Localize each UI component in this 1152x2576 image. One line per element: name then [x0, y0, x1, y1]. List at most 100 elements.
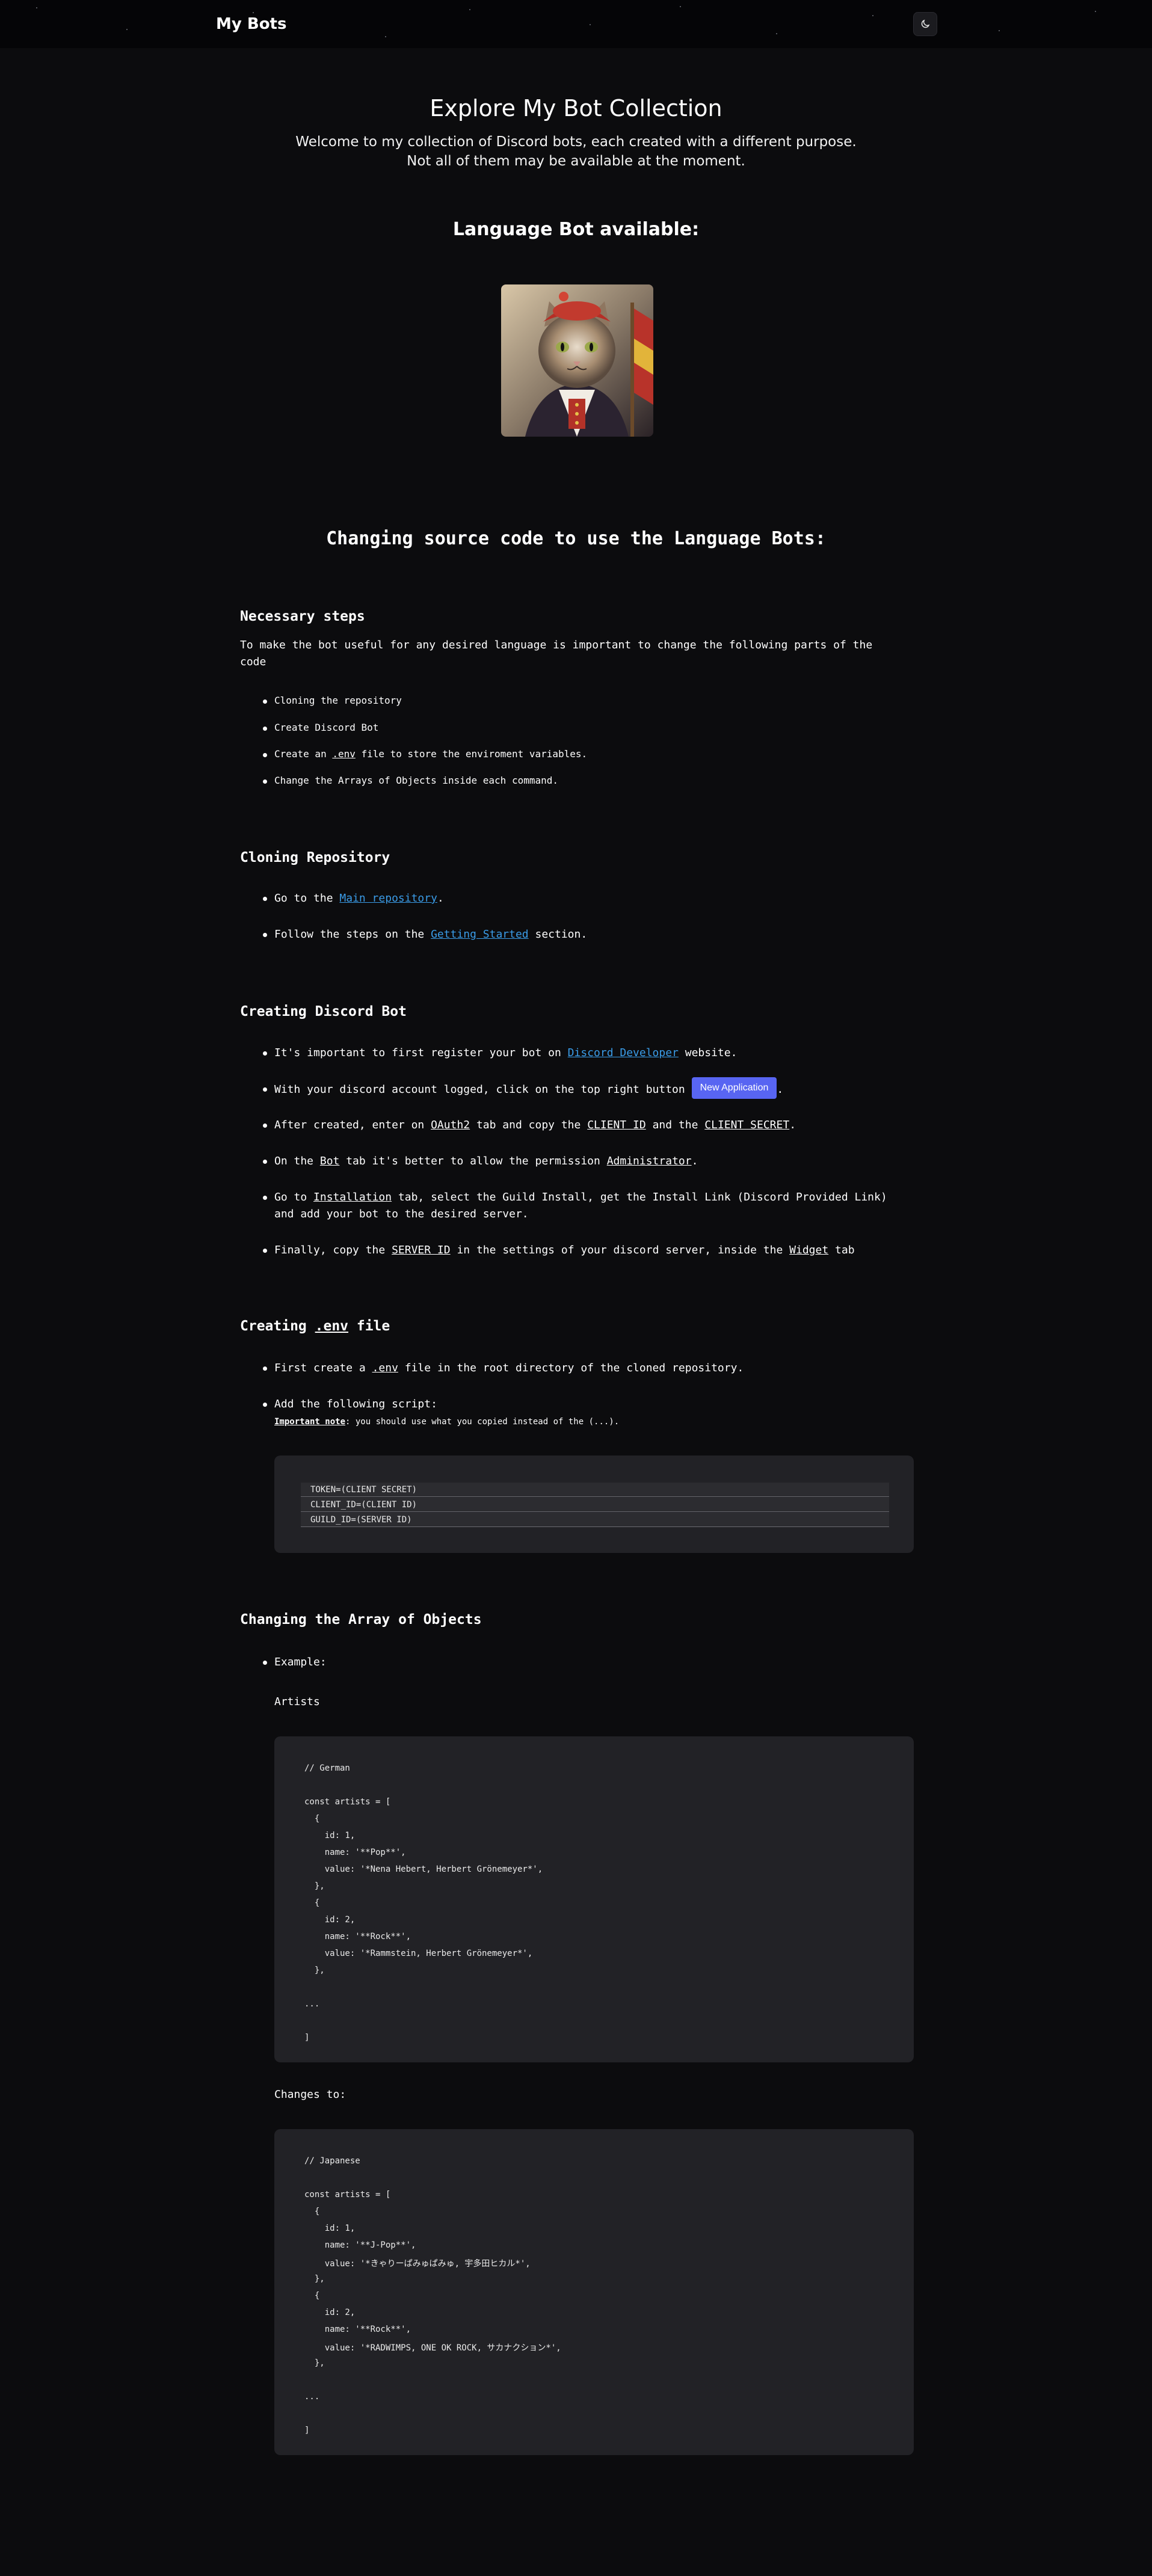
code-line: ...: [304, 2392, 320, 2402]
code-line: id: 2,: [304, 1915, 356, 1925]
necessary-steps-intro: To make the bot useful for any desired l…: [240, 639, 873, 668]
code-line: GUILD_ID=(SERVER ID): [301, 1513, 889, 1527]
moon-icon: [921, 19, 930, 28]
code-line: value: '*Nena Hebert, Herbert Grönemeyer…: [304, 1864, 543, 1874]
list-item-text: Create an: [274, 748, 333, 760]
env-filename: .env: [315, 1318, 349, 1334]
list-item: It's important to first register your bo…: [262, 1045, 738, 1062]
brand-link[interactable]: My Bots: [216, 15, 286, 33]
german-code-block: // German const artists = [ { id: 1, name…: [274, 1736, 914, 2062]
code-line: value: '*きゃりーぱみゅぱみゅ, 宇多田ヒカル*',: [304, 2259, 531, 2269]
arrays-heading: Changing the Array of Objects: [240, 1612, 482, 1628]
list-item-text: file in the root directory of the cloned…: [398, 1362, 744, 1374]
creating-bot-heading: Creating Discord Bot: [240, 1004, 407, 1019]
code-line: // Japanese: [304, 2156, 360, 2166]
navbar: My Bots: [0, 0, 1152, 48]
important-note-label: Important note: [274, 1417, 346, 1427]
code-line: id: 2,: [304, 2308, 356, 2317]
code-line: // German: [304, 1763, 350, 1773]
code-line: name: '**J-Pop**',: [304, 2240, 416, 2250]
list-item: Add the following script: Important note:…: [262, 1396, 620, 1430]
code-line: ]: [304, 2426, 310, 2435]
installation-text: Installation: [313, 1191, 392, 1203]
list-item: Go to the Main repository.: [263, 890, 444, 907]
code-line: ...: [304, 1999, 320, 2009]
code-line: id: 1,: [304, 2224, 356, 2233]
hero-description-line-2: Not all of them may be available at the …: [407, 153, 745, 169]
list-item-text: tab and copy the: [470, 1119, 588, 1131]
env-heading-text: Creating: [240, 1318, 315, 1334]
list-item-text: .: [437, 892, 444, 905]
env-filename: .env: [372, 1362, 398, 1374]
client-secret-text: CLIENT SECRET: [704, 1119, 790, 1131]
list-item: After created, enter on OAuth2 tab and c…: [262, 1117, 796, 1134]
administrator-text: Administrator: [606, 1155, 692, 1167]
list-item-text: .: [777, 1083, 784, 1096]
theme-toggle-button[interactable]: [913, 12, 937, 36]
code-line: value: '*Rammstein, Herbert Grönemeyer*'…: [304, 1949, 533, 1958]
artists-label: Artists: [274, 1695, 320, 1708]
changes-to-label: Changes to:: [274, 2088, 347, 2101]
list-item: Change the Arrays of Objects inside each…: [262, 775, 559, 786]
list-item-text: Finally, copy the: [274, 1244, 392, 1256]
code-line: id: 1,: [304, 1831, 356, 1840]
hero-description-line-1: Welcome to my collection of Discord bots…: [295, 134, 857, 150]
code-line: name: '**Rock**',: [304, 2325, 411, 2334]
list-item-text: .: [789, 1119, 796, 1131]
code-line: name: '**Rock**',: [304, 1932, 411, 1941]
cloning-heading: Cloning Repository: [240, 850, 390, 865]
page-title: Explore My Bot Collection: [430, 95, 722, 121]
widget-text: Widget: [789, 1244, 829, 1256]
list-item-text: On the: [274, 1155, 320, 1167]
code-line: {: [304, 1898, 320, 1908]
code-line: ]: [304, 2033, 310, 2043]
code-line: const artists = [: [304, 1797, 391, 1807]
source-code-title: Changing source code to use the Language…: [326, 528, 826, 549]
list-item: Example:: [263, 1654, 327, 1671]
code-line: name: '**Pop**',: [304, 1848, 406, 1857]
bot-tab-text: Bot: [319, 1155, 340, 1167]
oauth2-text: OAuth2: [431, 1119, 470, 1131]
code-line: CLIENT_ID=(CLIENT ID): [301, 1498, 889, 1512]
list-item: On the Bot tab it's better to allow the …: [262, 1153, 698, 1170]
list-item-text: Go to: [274, 1191, 314, 1203]
list-item-text: tab, select the Guild Install, get the I…: [392, 1191, 887, 1203]
list-item-text: and the: [645, 1119, 705, 1131]
list-item: Finally, copy the SERVER ID in the setti…: [263, 1242, 855, 1259]
env-code-block: TOKEN=(CLIENT SECRET) CLIENT_ID=(CLIENT …: [274, 1456, 914, 1553]
getting-started-link[interactable]: Getting Started: [431, 928, 529, 941]
code-line: },: [304, 2274, 325, 2284]
code-line: value: '*RADWIMPS, ONE OK ROCK, サカナクション*…: [304, 2343, 561, 2353]
env-heading-text: file: [348, 1318, 390, 1334]
list-item-text: First create a: [274, 1362, 372, 1374]
japanese-code-block: // Japanese const artists = [ { id: 1, na…: [274, 2129, 914, 2455]
code-line: },: [304, 2358, 325, 2368]
list-item-text: tab: [828, 1244, 855, 1256]
code-line: TOKEN=(CLIENT SECRET): [301, 1483, 889, 1497]
list-item-text: tab it's better to allow the permission: [339, 1155, 607, 1167]
important-note-text: : you should use what you copied instead…: [345, 1417, 620, 1427]
list-item: With your discord account logged, click …: [262, 1077, 784, 1099]
new-application-button[interactable]: New Application: [691, 1077, 777, 1099]
list-item-text: Add the following script:: [274, 1398, 437, 1410]
list-item-text: Follow the steps on the: [274, 928, 431, 941]
list-item: Create an .env file to store the envirom…: [262, 748, 587, 760]
env-heading: Creating .env file: [240, 1318, 390, 1334]
list-item-text: section.: [528, 928, 588, 941]
code-line: {: [304, 2207, 320, 2216]
cat-bot-avatar-image[interactable]: [501, 284, 653, 437]
code-line: const artists = [: [304, 2190, 391, 2199]
list-item-text: in the settings of your discord server, …: [450, 1244, 790, 1256]
list-item-text: website.: [678, 1047, 738, 1059]
env-filename: .env: [332, 748, 356, 760]
necessary-steps-heading: Necessary steps: [240, 609, 365, 624]
list-item: Go to Installation tab, select the Guild…: [263, 1189, 887, 1223]
list-item-text: and add your bot to the desired server.: [274, 1208, 529, 1220]
available-bot-title: Language Bot available:: [452, 219, 700, 240]
code-line: },: [304, 1881, 325, 1891]
discord-developer-link[interactable]: Discord Developer: [568, 1047, 679, 1059]
list-item-text: It's important to first register your bo…: [274, 1047, 568, 1059]
client-id-text: CLIENT ID: [587, 1119, 646, 1131]
main-repository-link[interactable]: Main repository: [339, 892, 437, 905]
list-item: Create Discord Bot: [262, 722, 379, 733]
